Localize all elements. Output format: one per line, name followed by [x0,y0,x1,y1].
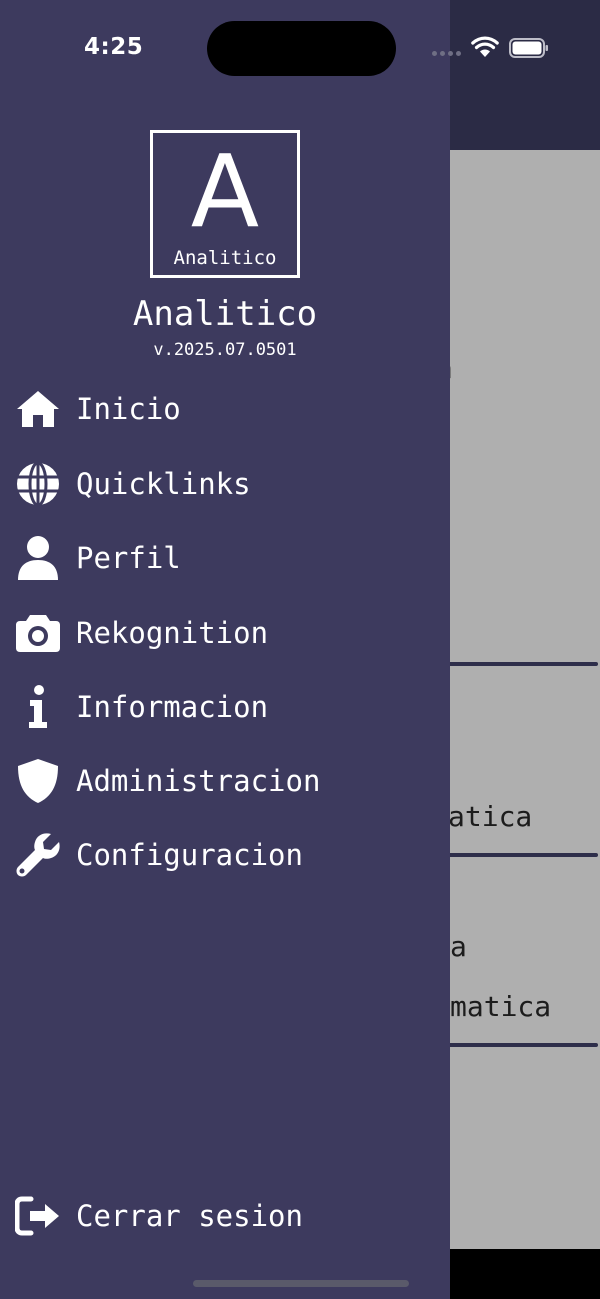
app-name: Analitico [132,294,318,334]
home-indicator [193,1280,409,1287]
camera-icon [14,609,62,657]
menu-item-perfil[interactable]: Perfil [0,523,450,593]
app-version: v.2025.07.0501 [153,340,297,360]
menu-item-label: Quicklinks [76,467,251,501]
menu-item-rekognition[interactable]: Rekognition [0,598,450,668]
menu-item-label: Administracion [76,764,321,798]
wrench-icon [14,831,62,879]
menu-item-configuracion[interactable]: Configuracion [0,820,450,890]
menu-item-label: Informacion [76,690,269,724]
background-divider [440,662,598,666]
menu-item-informacion[interactable]: Informacion [0,672,450,742]
menu-item-inicio[interactable]: Inicio [0,374,450,444]
menu-item-label: Rekognition [76,616,269,650]
background-divider [440,1043,598,1047]
info-icon [14,683,62,731]
menu-item-administracion[interactable]: Administracion [0,746,450,816]
background-text: atica [448,800,533,833]
menu-item-label: Configuracion [76,838,303,872]
menu-item-label: Perfil [76,541,181,575]
background-divider [440,853,598,857]
background-text: a [450,930,467,963]
logo-letter: A [190,133,260,250]
app-logo: A Analitico [150,130,300,278]
shield-icon [14,757,62,805]
logout-icon [14,1192,62,1240]
logo-subtitle: Analitico [173,247,277,269]
home-icon [14,385,62,433]
globe-icon [14,460,62,508]
background-text: matica [450,990,552,1023]
cellular-signal-icon [432,51,461,56]
logout-label: Cerrar sesion [76,1199,303,1233]
dynamic-island [207,21,396,76]
user-icon [14,534,62,582]
menu-item-label: Inicio [76,392,181,426]
navigation-drawer: A Analitico Analitico v.2025.07.0501 Ini… [0,0,450,1299]
logout-button[interactable]: Cerrar sesion [0,1181,450,1251]
wifi-icon [471,36,499,57]
status-time: 4:25 [84,34,144,60]
menu-item-quicklinks[interactable]: Quicklinks [0,449,450,519]
battery-icon [509,38,548,58]
